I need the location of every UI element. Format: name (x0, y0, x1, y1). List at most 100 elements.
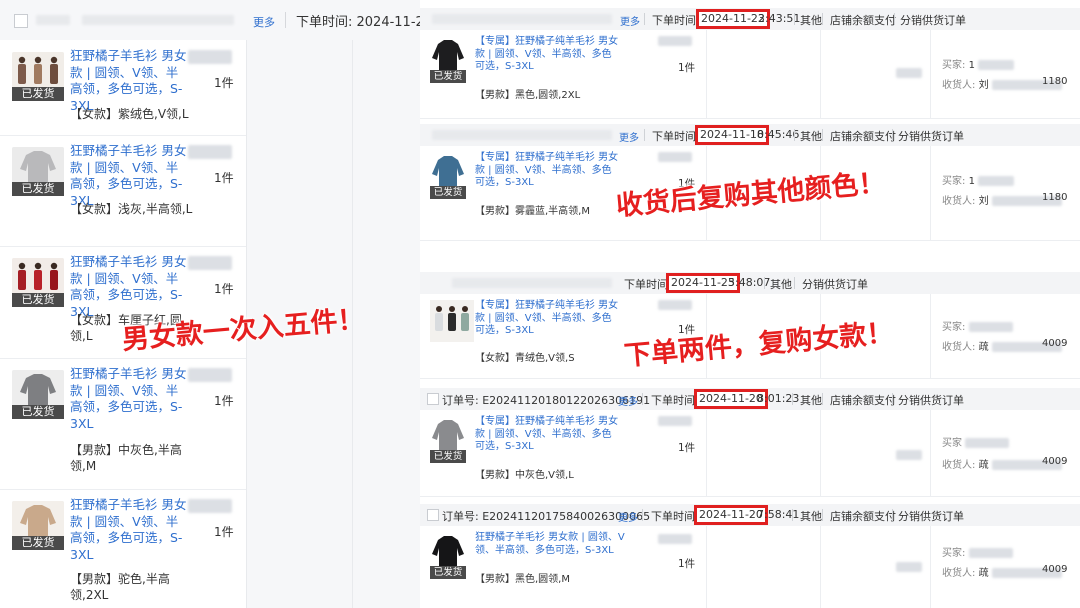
order-header: 订单号: E20241120180122026306191 更多 下单时间 20… (420, 388, 1080, 410)
shipped-badge: 已发货 (12, 293, 64, 307)
divider (892, 393, 893, 405)
product-thumbnail[interactable] (12, 501, 64, 537)
distribution-tag: 分销供货订单 (802, 278, 868, 291)
divider (930, 526, 931, 608)
product-title-link[interactable]: 【专属】狂野橘子纯羊毛衫 男女款 | 圆领、V领、半高领、多色可选，S-3XL (475, 300, 621, 338)
divider (820, 410, 821, 496)
shipped-badge: 已发货 (430, 450, 466, 463)
order-header: 订单号: E20241120175840026300065 更多 下单时间 20… (420, 504, 1080, 526)
more-link[interactable]: 更多 (618, 509, 638, 524)
product-thumbnail[interactable] (12, 370, 64, 406)
divider (894, 13, 895, 25)
list-item: 已发货 狂野橘子羊毛衫 男女款 | 圆领、V领、半高领，多色可选，S-3XL 1… (0, 40, 246, 136)
order-select-checkbox[interactable] (427, 509, 439, 521)
sweater-image (430, 300, 474, 342)
divider (285, 12, 286, 28)
list-item: 已发货 狂野橘子羊毛衫 男女款 | 圆领、V领、半高领，多色可选，S-3XL 1… (0, 358, 246, 490)
product-title-link[interactable]: 【专属】狂野橘子纯羊毛衫 男女款 | 圆领、V领、半高领、多色可选，S-3XL (475, 416, 621, 454)
list-item: 已发货 狂野橘子羊毛衫 男女款 | 圆领、V领、半高领，多色可选，S-3XL 1… (0, 135, 246, 247)
shipped-badge: 已发货 (12, 536, 64, 550)
product-thumbnail[interactable] (12, 258, 64, 294)
redacted-text (658, 534, 692, 544)
item-quantity: 1件 (214, 171, 234, 185)
order-header: 下单时间 2024-11-23 5:48:07 其他 分销供货订单 (420, 272, 1080, 294)
divider (930, 294, 931, 378)
product-thumbnail[interactable] (430, 300, 474, 342)
receiver-phone-tail: 4009 (1042, 564, 1068, 575)
order-time-tail: 7:58:41 (757, 508, 800, 521)
divider (820, 30, 821, 118)
more-link[interactable]: 更多 (620, 13, 640, 28)
list-item: 已发货 狂野橘子羊毛衫 男女款 | 圆领、V领、半高领，多色可选，S-3XL 1… (0, 489, 246, 608)
redacted-text (188, 256, 232, 270)
divider (930, 146, 931, 240)
other-label: 其他 (800, 510, 822, 523)
sweater-image (12, 52, 64, 88)
left-order-header: 更多 下单时间: 2024-11-24 (0, 0, 432, 40)
payment-method: 店铺余额支付 (830, 130, 896, 143)
sku-text: 【女款】紫绒色,V领,L (70, 107, 189, 121)
product-title-link[interactable]: 狂野橘子羊毛衫 男女款 | 圆领、V领、半高领，多色可选，S-3XL (70, 143, 188, 209)
order-card: 订单号: E20241120180122026306191 更多 下单时间 20… (420, 388, 1080, 497)
redacted-text (896, 68, 922, 78)
more-link[interactable]: 更多 (253, 14, 275, 30)
sku-text: 【男款】黑色,圆领,M (475, 574, 570, 585)
payment-method: 店铺余额支付 (830, 510, 896, 523)
buyer-label: 买家: 1 (942, 172, 1015, 187)
item-quantity: 1件 (214, 394, 234, 408)
product-thumbnail[interactable] (12, 52, 64, 88)
order-header: 更多 下单时间 2024-11-18 0:45:46 其他 店铺余额支付 分销供… (420, 124, 1080, 146)
divider (822, 13, 823, 25)
divider (706, 30, 707, 118)
order-select-checkbox[interactable] (14, 14, 28, 28)
order-time-label: 下单时间 (652, 130, 696, 143)
divider (642, 393, 643, 405)
divider (794, 129, 795, 141)
buyer-label: 买家: 1 (942, 56, 1015, 71)
product-title-link[interactable]: 【专属】狂野橘子纯羊毛衫 男女款 | 圆领、V领、半高领、多色可选，S-3XL (475, 152, 621, 190)
order-select-checkbox[interactable] (427, 393, 439, 405)
redacted-order-number (82, 15, 234, 25)
sku-text: 【男款】中灰色,V领,L (475, 470, 574, 481)
order-card: 更多 下单时间 2024-11-23 2:43:51 其他 店铺余额支付 分销供… (420, 8, 1080, 119)
product-title-link[interactable]: 狂野橘子羊毛衫 男女款 | 圆领、V领、半高领，多色可选，S-3XL (70, 497, 188, 563)
redacted-text (188, 499, 232, 513)
shipped-badge: 已发货 (12, 405, 64, 419)
receiver-phone-tail: 1180 (1042, 192, 1068, 203)
sku-text: 【女款】浅灰,半高领,L (70, 202, 193, 216)
product-title-link[interactable]: 狂野橘子羊毛衫 男女款 | 圆领、V领、半高领，多色可选，S-3XL (70, 48, 188, 114)
receiver-phone-tail: 4009 (1042, 338, 1068, 349)
order-time-label: 下单时间 (652, 14, 696, 27)
buyer-label: 买家 (942, 434, 1010, 449)
product-title-link[interactable]: 狂野橘子羊毛衫 男女款 | 圆领、V领、半高领，多色可选，S-3XL (70, 254, 188, 320)
product-title-link[interactable]: 【专属】狂野橘子纯羊毛衫 男女款 | 圆领、V领、半高领、多色可选，S-3XL (475, 36, 621, 74)
item-quantity: 1件 (214, 76, 234, 90)
order-body: 已发货 【专属】狂野橘子纯羊毛衫 男女款 | 圆领、V领、半高领、多色可选，S-… (420, 410, 1080, 497)
redacted-order-number (432, 130, 612, 140)
more-link[interactable]: 更多 (619, 129, 639, 144)
redacted-text (896, 562, 922, 572)
divider (706, 410, 707, 496)
redacted-text (658, 152, 692, 162)
product-title-link[interactable]: 狂野橘子羊毛衫 男女款 | 圆领、V领、半高领，多色可选，S-3XL (70, 366, 188, 432)
sweater-image (12, 147, 64, 183)
more-link[interactable]: 更多 (618, 393, 638, 408)
divider (822, 393, 823, 405)
product-title-link[interactable]: 狂野橘子羊毛衫 男女款 | 圆领、V领、半高领、多色可选，S-3XL (475, 532, 625, 557)
sweater-image (12, 370, 64, 406)
item-quantity: 1件 (214, 282, 234, 296)
redacted-order-number (452, 278, 612, 288)
divider (706, 526, 707, 608)
divider (892, 129, 893, 141)
redacted-text (188, 145, 232, 159)
divider (822, 509, 823, 521)
divider (764, 277, 765, 289)
order-card: 订单号: E20241120175840026300065 更多 下单时间 20… (420, 504, 1080, 608)
product-thumbnail[interactable] (12, 147, 64, 183)
sweater-image (12, 258, 64, 294)
redacted-text (658, 36, 692, 46)
divider (794, 13, 795, 25)
distribution-tag: 分销供货订单 (898, 394, 964, 407)
other-label: 其他 (800, 14, 822, 27)
redacted-order-number (432, 14, 612, 24)
